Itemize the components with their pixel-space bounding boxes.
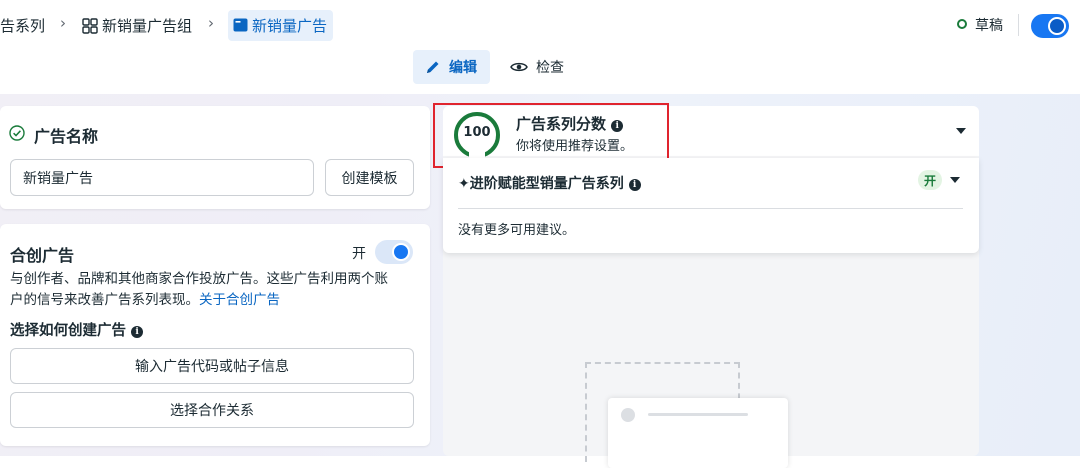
divider: [1018, 14, 1019, 36]
status-label: 草稿: [975, 18, 1003, 34]
partnership-title: 合创广告: [10, 246, 75, 265]
adset-grid-icon: [82, 18, 98, 34]
pencil-icon: [427, 61, 439, 73]
breadcrumb-campaign[interactable]: 告系列: [0, 15, 45, 36]
choose-method-text: 选择如何创建广告: [10, 323, 126, 339]
info-icon[interactable]: i: [628, 179, 641, 191]
divider: [458, 208, 963, 209]
partnership-description-line1: 与创作者、品牌和其他商家合作投放广告。这些广告利用两个账: [10, 271, 388, 287]
toggle-knob: [1048, 17, 1066, 35]
breadcrumb-ad[interactable]: 新销量广告: [252, 15, 327, 36]
breadcrumb-adset[interactable]: 新销量广告组: [102, 15, 192, 36]
publish-toggle[interactable]: [1031, 14, 1069, 38]
top-bar: 告系列 › 新销量广告组 › 新销量广告 草稿: [0, 0, 1080, 48]
partnership-description-text: 户的信号来改善广告系列表现。: [10, 292, 199, 308]
eye-icon: [510, 62, 528, 72]
ad-icon: [233, 18, 248, 32]
caret-down-icon[interactable]: [950, 177, 960, 183]
partnership-description-line2: 户的信号来改善广告系列表现。关于合创广告: [10, 290, 280, 311]
preview-placeholder-card: [608, 398, 788, 468]
chevron-right-icon: ›: [208, 14, 214, 32]
info-icon[interactable]: i: [131, 326, 144, 338]
placeholder-line: [648, 413, 748, 416]
recommendation-title[interactable]: ✦进阶赋能型销量广告系列 i: [458, 173, 641, 193]
choose-partnership-button[interactable]: 选择合作关系: [10, 392, 414, 428]
draft-status-icon: [957, 19, 967, 29]
choose-method-title: 选择如何创建广告 i: [10, 319, 144, 340]
no-more-recommendations-text: 没有更多可用建议。: [458, 223, 576, 238]
recommendation-title-text: 进阶赋能型销量广告系列: [469, 176, 624, 192]
tab-edit[interactable]: 编辑: [413, 50, 490, 84]
ad-name-title: 广告名称: [34, 127, 99, 146]
caret-down-icon[interactable]: [956, 128, 966, 134]
recommendation-status-badge: 开: [918, 170, 942, 190]
partnership-learn-more-link[interactable]: 关于合创广告: [199, 292, 280, 308]
ad-name-input[interactable]: [10, 159, 314, 196]
sparkle-icon: ✦: [458, 176, 470, 192]
tab-edit-label: 编辑: [449, 60, 477, 76]
enter-ad-code-button[interactable]: 输入广告代码或帖子信息: [10, 348, 414, 384]
partnership-toggle[interactable]: [375, 240, 413, 264]
toggle-knob: [392, 243, 410, 261]
tab-check[interactable]: 检查: [510, 50, 580, 84]
placeholder-avatar: [621, 408, 635, 422]
partnership-toggle-label: 开: [352, 246, 366, 262]
check-circle-icon: [9, 125, 25, 141]
chevron-right-icon: ›: [60, 14, 66, 32]
tab-check-label: 检查: [536, 60, 564, 76]
create-template-button[interactable]: 创建模板: [325, 159, 414, 196]
